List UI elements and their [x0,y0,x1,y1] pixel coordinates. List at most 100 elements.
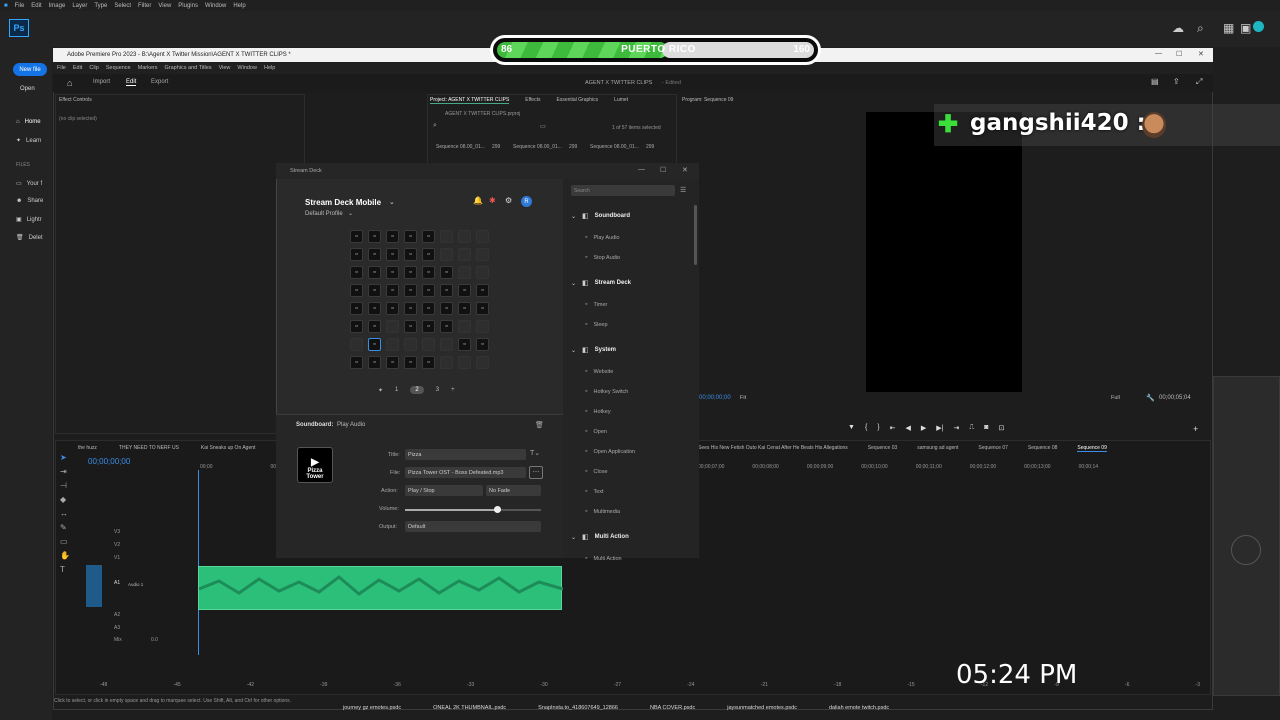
action-item[interactable]: ◦ Hotkey Switch [585,388,628,395]
stream-deck-key[interactable]: ▫ [422,320,435,333]
seq-tab-5[interactable]: Sequence 03 [868,445,897,452]
stream-deck-key[interactable]: ▫ [476,302,489,315]
action-key-preview[interactable]: ▶ Pizza Tower [297,447,333,483]
stream-deck-key[interactable]: ▫ [386,230,399,243]
bin-item-3[interactable]: Sequence 08.00_01... [590,144,639,150]
marker-icon[interactable]: ▼ [848,424,855,432]
go-to-in-icon[interactable]: ⇤ [890,424,896,432]
browse-file-button[interactable]: … [529,466,543,479]
stream-deck-key[interactable]: ▫ [386,284,399,297]
ps-menu-edit[interactable]: Edit [31,3,41,9]
seq-tab-2[interactable]: THEY NEED TO NERF US [119,445,179,451]
bin-item-2[interactable]: Sequence 08.00_01... [513,144,562,150]
workspaces-icon[interactable]: ▤ [1151,77,1159,86]
volume-slider-handle[interactable] [494,506,501,513]
ps-menu-plugins[interactable]: Plugins [178,3,198,9]
track-v1[interactable]: V1 [114,555,120,561]
pen-icon[interactable]: ✎ [60,523,70,532]
title-field[interactable]: Pizza [405,449,526,460]
nav-your-files[interactable]: ▭ Your f [16,180,42,188]
stream-deck-key[interactable] [440,356,453,369]
ps-menu-image[interactable]: Image [49,3,66,9]
stream-deck-key[interactable]: ▫ [458,302,471,315]
track-a1-source[interactable] [86,565,102,607]
file-field[interactable]: Pizza Tower OST - Boss Defeated.mp3 [405,467,526,478]
home-icon[interactable]: ⌂ [67,78,72,88]
add-page-icon[interactable]: + [451,387,455,393]
stream-deck-key[interactable]: ▫ [350,356,363,369]
account-avatar[interactable]: R [521,196,532,207]
stream-deck-key[interactable] [458,230,471,243]
stream-deck-key[interactable] [476,230,489,243]
mix-value[interactable]: 0.0 [151,637,158,643]
stream-deck-key[interactable]: ▫ [404,302,417,315]
stream-deck-key[interactable]: ▫ [350,302,363,315]
chevron-down-icon[interactable]: ⌄ [348,210,353,217]
stream-deck-key[interactable]: ▫ [386,266,399,279]
ps-menu-window[interactable]: Window [205,3,226,9]
tab-essential-graphics[interactable]: Essential Graphics [556,97,598,104]
pr-menu-markers[interactable]: Markers [138,65,158,71]
stream-deck-key[interactable]: ▫ [422,356,435,369]
action-item[interactable]: ◦ Sleep [585,321,608,328]
stream-deck-key[interactable] [476,266,489,279]
stream-deck-key[interactable] [476,248,489,261]
ps-menu-filter[interactable]: Filter [138,3,151,9]
pr-menu-view[interactable]: View [219,65,231,71]
section-header-soundboard[interactable]: ⌄ ◧ Soundboard [571,212,630,220]
stream-deck-key[interactable] [440,230,453,243]
delete-action-icon[interactable]: 🗑 [535,421,544,429]
compare-icon[interactable]: ⊡ [999,424,1005,432]
stream-deck-key[interactable]: ▫ [476,338,489,351]
seq-tab-6[interactable]: samsung ad agent [917,445,958,452]
crosshair-icon[interactable] [1231,535,1261,565]
stream-deck-key[interactable]: ▫ [368,356,381,369]
page-2-current[interactable]: 2 [410,386,424,394]
stream-deck-key[interactable]: ▫ [404,320,417,333]
stream-deck-key[interactable] [458,320,471,333]
stream-deck-key[interactable]: ▫ [422,284,435,297]
slip-icon[interactable]: ↔ [60,509,70,518]
stream-deck-key[interactable] [386,320,399,333]
ps-menu-layer[interactable]: Layer [72,3,87,9]
stream-deck-key[interactable]: ▫ [386,302,399,315]
action-item[interactable]: ◦ Open Application [585,448,635,455]
out-point-icon[interactable]: } [877,424,879,432]
wrench-icon[interactable]: 🔧 [1146,394,1155,402]
tab-project[interactable]: Project: AGENT X TWITTER CLIPS [430,97,510,104]
stream-deck-key[interactable]: ▫ [350,320,363,333]
stream-deck-key[interactable] [386,338,399,351]
maximize-icon[interactable]: ☐ [660,166,666,174]
action-item[interactable]: ◦ Hotkey [585,408,611,415]
stream-deck-key[interactable]: ▫ [368,284,381,297]
nav-deleted[interactable]: 🗑 Delet [16,234,43,242]
lift-icon[interactable]: ⎍ [969,424,974,432]
seq-tab-4[interactable]: Sees His New Fetish Outo Kai Cenat After… [698,445,848,452]
tab-export[interactable]: Export [151,79,168,85]
seq-tab-9[interactable]: Sequence 09 [1077,445,1107,452]
seq-tab-1[interactable]: the huzz [78,445,97,451]
tab-import[interactable]: Import [93,79,110,85]
pr-menu-clip[interactable]: Clip [89,65,98,71]
action-list-scrollbar[interactable] [694,205,697,265]
track-v2[interactable]: V2 [114,542,120,548]
settings-gear-icon[interactable]: ⚙ [505,196,512,205]
ps-avatar[interactable] [1253,21,1264,32]
search-icon[interactable]: ⌕ [1197,21,1204,36]
action-item[interactable]: ◦ Timer [585,301,607,308]
stream-deck-key[interactable]: ▫ [422,266,435,279]
go-to-out-icon[interactable]: ⇥ [953,424,959,432]
ps-menu-select[interactable]: Select [114,3,131,9]
folder-icon[interactable]: ▭ [540,123,546,130]
stream-deck-key[interactable]: ▫ [440,266,453,279]
stream-deck-key[interactable]: ▫ [404,284,417,297]
stream-deck-key[interactable]: ▫ [422,230,435,243]
profile-selector[interactable]: Default Profile [305,211,343,217]
stream-deck-key[interactable]: ▫ [404,230,417,243]
stream-deck-key[interactable] [440,248,453,261]
stream-deck-key[interactable]: ▫ [386,356,399,369]
stream-deck-key[interactable]: ▫ [350,230,363,243]
type-tool-icon[interactable]: T [60,565,70,574]
stream-deck-key[interactable]: ▫ [350,284,363,297]
nav-home[interactable]: ⌂ Home [16,119,41,125]
